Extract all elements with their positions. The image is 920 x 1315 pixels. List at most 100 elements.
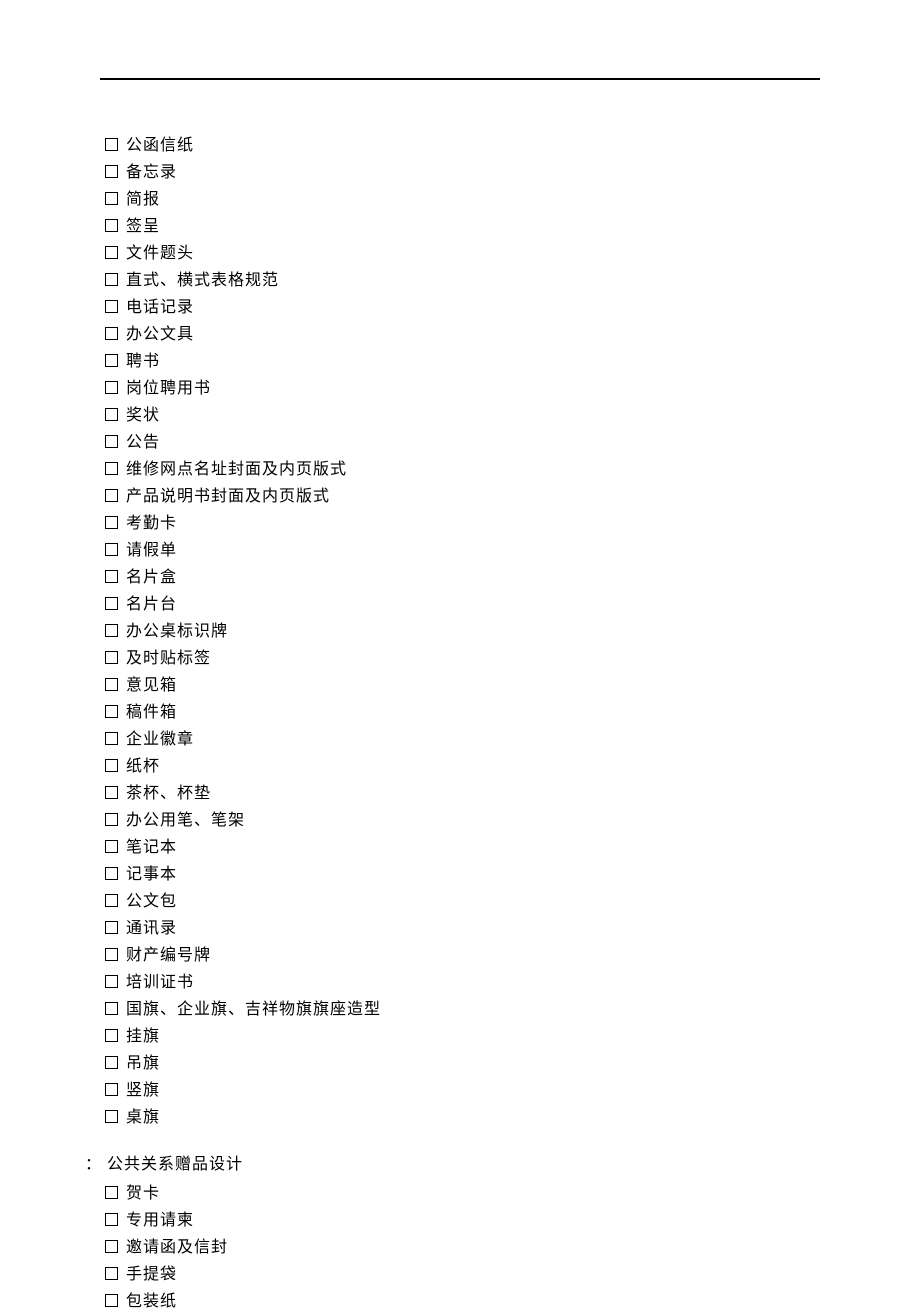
- checkbox-icon: [105, 1029, 118, 1042]
- checkbox-icon: [105, 651, 118, 664]
- list-item-label: 通讯录: [126, 915, 177, 942]
- list-item: 办公文具: [85, 321, 820, 348]
- list-item: 手提袋: [85, 1261, 820, 1288]
- list-item-label: 挂旗: [126, 1023, 160, 1050]
- list-item: 纸杯: [85, 753, 820, 780]
- section2-title: 公共关系赠品设计: [107, 1151, 243, 1178]
- checkbox-icon: [105, 1294, 118, 1307]
- checkbox-icon: [105, 975, 118, 988]
- list-item: 维修网点名址封面及内页版式: [85, 456, 820, 483]
- list-item: 专用请柬: [85, 1207, 820, 1234]
- list-item-label: 直式、横式表格规范: [126, 267, 279, 294]
- list-item-label: 办公桌标识牌: [126, 618, 228, 645]
- checkbox-icon: [105, 219, 118, 232]
- section2-header: ： 公共关系赠品设计: [85, 1151, 820, 1178]
- list-item: 桌旗: [85, 1104, 820, 1131]
- section2-list: 贺卡专用请柬邀请函及信封手提袋包装纸: [85, 1180, 820, 1315]
- list-item: 电话记录: [85, 294, 820, 321]
- checkbox-icon: [105, 786, 118, 799]
- checkbox-icon: [105, 732, 118, 745]
- list-item: 聘书: [85, 348, 820, 375]
- checkbox-icon: [105, 867, 118, 880]
- list-item-label: 稿件箱: [126, 699, 177, 726]
- list-item-label: 名片台: [126, 591, 177, 618]
- list-item: 直式、横式表格规范: [85, 267, 820, 294]
- list-item: 文件题头: [85, 240, 820, 267]
- list-item: 公文包: [85, 888, 820, 915]
- checkbox-icon: [105, 921, 118, 934]
- list-item-label: 办公文具: [126, 321, 194, 348]
- list-item-label: 公告: [126, 429, 160, 456]
- checkbox-icon: [105, 624, 118, 637]
- list-item: 岗位聘用书: [85, 375, 820, 402]
- checkbox-icon: [105, 759, 118, 772]
- list-item-label: 国旗、企业旗、吉祥物旗旗座造型: [126, 996, 381, 1023]
- list-item: 公告: [85, 429, 820, 456]
- list-item: 稿件箱: [85, 699, 820, 726]
- document-content: 公函信纸备忘录简报签呈文件题头直式、横式表格规范电话记录办公文具聘书岗位聘用书奖…: [85, 132, 820, 1315]
- list-item: 财产编号牌: [85, 942, 820, 969]
- list-item: 吊旗: [85, 1050, 820, 1077]
- list-item: 挂旗: [85, 1023, 820, 1050]
- list-item-label: 邀请函及信封: [126, 1234, 228, 1261]
- checkbox-icon: [105, 1056, 118, 1069]
- checkbox-icon: [105, 813, 118, 826]
- list-item: 竖旗: [85, 1077, 820, 1104]
- checkbox-icon: [105, 462, 118, 475]
- list-item: 名片盒: [85, 564, 820, 591]
- list-item: 企业徽章: [85, 726, 820, 753]
- checkbox-icon: [105, 435, 118, 448]
- list-item: 培训证书: [85, 969, 820, 996]
- checkbox-icon: [105, 138, 118, 151]
- checkbox-icon: [105, 1002, 118, 1015]
- checkbox-icon: [105, 894, 118, 907]
- list-item: 产品说明书封面及内页版式: [85, 483, 820, 510]
- checkbox-icon: [105, 381, 118, 394]
- list-item: 笔记本: [85, 834, 820, 861]
- list-item-label: 办公用笔、笔架: [126, 807, 245, 834]
- checkbox-icon: [105, 165, 118, 178]
- checkbox-icon: [105, 597, 118, 610]
- list-item-label: 奖状: [126, 402, 160, 429]
- list-item: 奖状: [85, 402, 820, 429]
- checkbox-icon: [105, 948, 118, 961]
- list-item: 请假单: [85, 537, 820, 564]
- checkbox-icon: [105, 489, 118, 502]
- list-item-label: 公函信纸: [126, 132, 194, 159]
- checkbox-icon: [105, 840, 118, 853]
- checkbox-icon: [105, 273, 118, 286]
- checkbox-icon: [105, 543, 118, 556]
- checkbox-icon: [105, 327, 118, 340]
- list-item-label: 岗位聘用书: [126, 375, 211, 402]
- list-item: 国旗、企业旗、吉祥物旗旗座造型: [85, 996, 820, 1023]
- list-item: 通讯录: [85, 915, 820, 942]
- list-item-label: 贺卡: [126, 1180, 160, 1207]
- section1-list: 公函信纸备忘录简报签呈文件题头直式、横式表格规范电话记录办公文具聘书岗位聘用书奖…: [85, 132, 820, 1131]
- list-item: 记事本: [85, 861, 820, 888]
- list-item: 办公用笔、笔架: [85, 807, 820, 834]
- list-item-label: 笔记本: [126, 834, 177, 861]
- list-item-label: 专用请柬: [126, 1207, 194, 1234]
- checkbox-icon: [105, 1267, 118, 1280]
- list-item-label: 手提袋: [126, 1261, 177, 1288]
- checkbox-icon: [105, 1240, 118, 1253]
- list-item: 考勤卡: [85, 510, 820, 537]
- list-item-label: 备忘录: [126, 159, 177, 186]
- list-item-label: 培训证书: [126, 969, 194, 996]
- list-item-label: 维修网点名址封面及内页版式: [126, 456, 347, 483]
- list-item-label: 财产编号牌: [126, 942, 211, 969]
- list-item: 及时贴标签: [85, 645, 820, 672]
- list-item-label: 请假单: [126, 537, 177, 564]
- list-item: 名片台: [85, 591, 820, 618]
- list-item: 备忘录: [85, 159, 820, 186]
- list-item-label: 名片盒: [126, 564, 177, 591]
- list-item: 签呈: [85, 213, 820, 240]
- checkbox-icon: [105, 516, 118, 529]
- checkbox-icon: [105, 678, 118, 691]
- list-item-label: 意见箱: [126, 672, 177, 699]
- checkbox-icon: [105, 570, 118, 583]
- list-item-label: 纸杯: [126, 753, 160, 780]
- checkbox-icon: [105, 300, 118, 313]
- list-item: 贺卡: [85, 1180, 820, 1207]
- list-item-label: 茶杯、杯垫: [126, 780, 211, 807]
